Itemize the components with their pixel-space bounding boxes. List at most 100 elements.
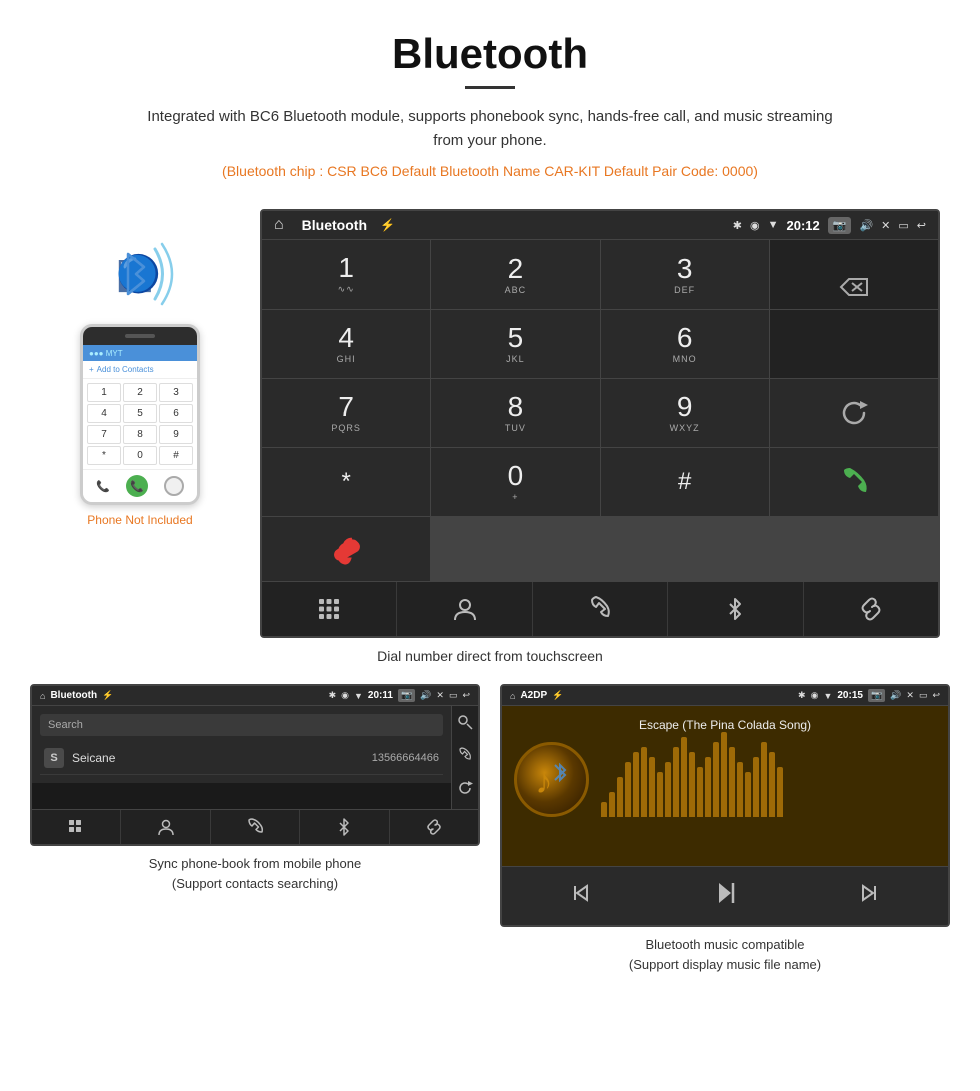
pb-phone-btn[interactable] — [211, 810, 300, 844]
phone-dialpad: 1 2 3 4 5 6 7 8 9 * 0 # — [83, 379, 197, 469]
play-pause-button[interactable] — [701, 875, 749, 917]
music-album-area: ♪ — [514, 742, 936, 817]
music-status-right: ✱ ◉ ▼ 20:15 📷 🔊 ✕ ▭ ↩ — [798, 689, 940, 702]
pb-time: 20:11 — [368, 690, 393, 701]
phone-key-1: 1 — [87, 383, 121, 402]
album-art: ♪ — [514, 742, 589, 817]
phone-call-button[interactable]: 📞 — [126, 475, 148, 497]
page-header: Bluetooth Integrated with BC6 Bluetooth … — [0, 0, 980, 209]
waveform-bar — [601, 802, 607, 817]
pb-status-right: ✱ ◉ ▼ 20:11 📷 🔊 ✕ ▭ ↩ — [329, 689, 470, 702]
phonebook-caption: Sync phone-book from mobile phone(Suppor… — [149, 854, 361, 893]
phone-key-hash: # — [159, 446, 193, 465]
contact-row[interactable]: S Seicane 13566664466 — [40, 742, 443, 775]
pb-call-icon[interactable] — [457, 747, 473, 768]
next-track-button[interactable] — [847, 877, 891, 915]
song-title: Escape (The Pina Colada Song) — [639, 718, 811, 732]
pb-loc-icon: ◉ — [341, 690, 349, 701]
phone-key-4: 4 — [87, 404, 121, 423]
music-home-icon[interactable]: ⌂ — [510, 691, 515, 701]
waveform-bar — [737, 762, 743, 817]
phone-not-included-label: Phone Not Included — [87, 513, 192, 527]
phonebook-display: ⌂ Bluetooth ⚡ ✱ ◉ ▼ 20:11 📷 🔊 ✕ ▭ ↩ — [30, 684, 480, 846]
music-status-bar: ⌂ A2DP ⚡ ✱ ◉ ▼ 20:15 📷 🔊 ✕ ▭ ↩ — [502, 686, 948, 706]
waveform-bar — [689, 752, 695, 817]
pb-right-icons — [451, 706, 478, 809]
phonebook-with-icons: Search S Seicane 13566664466 — [32, 706, 478, 809]
prev-track-button[interactable] — [559, 877, 603, 915]
camera-icon[interactable]: 📷 — [828, 217, 852, 234]
waveform-bar — [697, 767, 703, 817]
waveform-bar — [641, 747, 647, 817]
refresh-button[interactable] — [770, 379, 938, 447]
volume-icon[interactable]: 🔊 — [859, 219, 873, 232]
music-win-icon: ▭ — [919, 690, 928, 701]
specs-line: (Bluetooth chip : CSR BC6 Default Blueto… — [20, 163, 960, 179]
phone-home-button[interactable] — [164, 476, 184, 496]
waveform-bar — [673, 747, 679, 817]
music-caption: Bluetooth music compatible(Support displ… — [629, 935, 821, 974]
waveform-bar — [713, 742, 719, 817]
music-back-icon: ↩ — [932, 690, 940, 701]
pb-person-btn[interactable] — [121, 810, 210, 844]
music-vol-icon: 🔊 — [890, 690, 901, 701]
dial-key-5[interactable]: 5 JKL — [431, 310, 599, 378]
dial-key-8[interactable]: 8 TUV — [431, 379, 599, 447]
pb-vol-icon: 🔊 — [420, 690, 431, 701]
music-loc-icon: ◉ — [811, 690, 819, 701]
contact-name: Seicane — [72, 751, 364, 765]
dial-key-0[interactable]: 0 + — [431, 448, 599, 516]
pb-home-icon[interactable]: ⌂ — [40, 691, 45, 701]
phone-speaker — [125, 334, 155, 338]
music-waveform — [601, 742, 936, 817]
phone-bottom: 📞 📞 — [83, 469, 197, 502]
main-section: ⬓ 🔵 ●●● MYT +Add to Contacts 1 — [0, 209, 980, 638]
dialpad-func-btn[interactable] — [262, 582, 397, 636]
bluetooth-func-btn[interactable] — [668, 582, 803, 636]
pb-refresh-icon[interactable] — [457, 780, 473, 801]
phone-container: ⬓ 🔵 ●●● MYT +Add to Contacts 1 — [40, 209, 240, 527]
pb-bt-btn[interactable] — [300, 810, 389, 844]
link-func-btn[interactable] — [804, 582, 938, 636]
dialpad-empty-1 — [770, 310, 938, 378]
contacts-func-btn[interactable] — [397, 582, 532, 636]
phonebook-body: Search S Seicane 13566664466 — [32, 706, 451, 783]
waveform-bar — [769, 752, 775, 817]
back-icon[interactable]: ↩ — [917, 219, 926, 232]
phone-status-bar: ●●● MYT — [83, 345, 197, 361]
dial-key-7[interactable]: 7 PQRS — [262, 379, 430, 447]
backspace-button[interactable] — [770, 240, 938, 309]
phone-key-9: 9 — [159, 425, 193, 444]
window-icon[interactable]: ▭ — [898, 219, 908, 232]
dial-key-4[interactable]: 4 GHI — [262, 310, 430, 378]
call-end-button[interactable] — [262, 517, 430, 581]
phone-key-0: 0 — [123, 446, 157, 465]
pb-search-icon[interactable] — [457, 714, 473, 735]
music-display: ⌂ A2DP ⚡ ✱ ◉ ▼ 20:15 📷 🔊 ✕ ▭ ↩ Escape (T… — [500, 684, 950, 927]
waveform-bar — [761, 742, 767, 817]
page-title: Bluetooth — [20, 30, 960, 78]
call-answer-button[interactable] — [770, 448, 938, 516]
dial-key-6[interactable]: 6 MNO — [601, 310, 769, 378]
waveform-bar — [777, 767, 783, 817]
waveform-bar — [633, 752, 639, 817]
phone-key-star: * — [87, 446, 121, 465]
func-bar — [262, 581, 938, 636]
bluetooth-signal-icon: ⬓ 🔵 — [100, 239, 180, 309]
dial-key-hash[interactable]: # — [601, 448, 769, 516]
music-time: 20:15 — [837, 690, 863, 701]
phone-key-3: 3 — [159, 383, 193, 402]
dial-key-1[interactable]: 1 ∿∿ — [262, 240, 430, 309]
title-underline — [465, 86, 515, 89]
dial-key-3[interactable]: 3 DEF — [601, 240, 769, 309]
dial-key-2[interactable]: 2 ABC — [431, 240, 599, 309]
phone-func-btn[interactable] — [533, 582, 668, 636]
dial-key-9[interactable]: 9 WXYZ — [601, 379, 769, 447]
waveform-bar — [625, 762, 631, 817]
home-icon[interactable]: ⌂ — [274, 216, 284, 234]
pb-grid-btn[interactable] — [32, 810, 121, 844]
phonebook-search[interactable]: Search — [40, 714, 443, 736]
dial-key-star[interactable]: * — [262, 448, 430, 516]
pb-link-btn[interactable] — [390, 810, 478, 844]
close-icon[interactable]: ✕ — [881, 219, 890, 232]
